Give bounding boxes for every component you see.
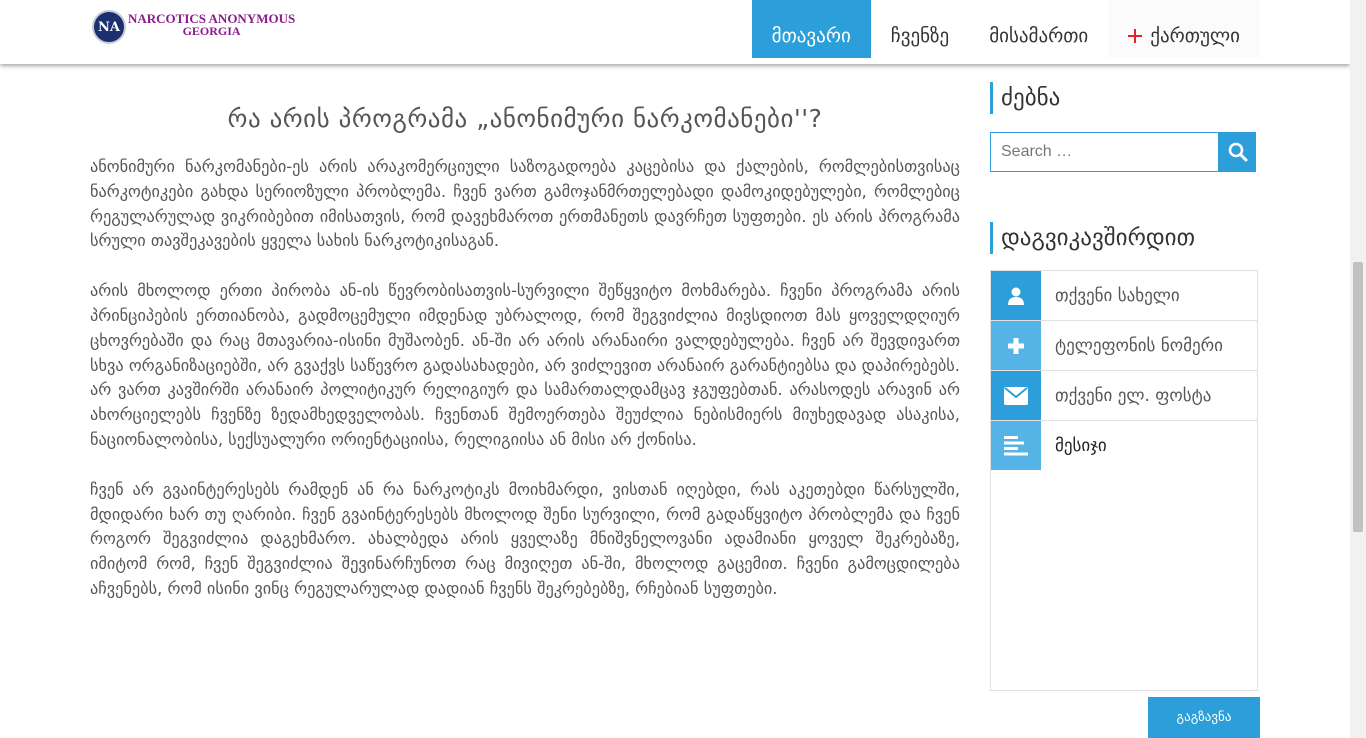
- name-field-label: თქვენი სახელი: [1055, 285, 1180, 306]
- nav-item-address[interactable]: მისამართი: [969, 0, 1109, 58]
- search-widget-title: ძებნა: [990, 82, 1260, 114]
- georgian-flag-icon: [1128, 29, 1143, 43]
- article-paragraph: ანონიმური ნარკომანები-ეს არის არაკომერცი…: [90, 157, 960, 251]
- logo-line2: GEORGIA: [182, 24, 241, 38]
- main-nav: მთავარი ჩვენზე მისამართი ქართული: [751, 0, 1260, 58]
- site-logo[interactable]: NA NARCOTICS ANONYMOUS GEORGIA: [92, 10, 295, 48]
- nav-item-label: მისამართი: [989, 25, 1089, 47]
- search-input[interactable]: [990, 132, 1218, 172]
- email-field-label: თქვენი ელ. ფოსტა: [1055, 385, 1212, 406]
- sidebar: ძებნა დაგვიკავშირდით თქვენი სახელი: [990, 82, 1260, 691]
- page-scrollbar[interactable]: [1350, 0, 1366, 738]
- search-form: [990, 132, 1256, 172]
- article-paragraph: არის მხოლოდ ერთი პირობა ან-ის წევრობისათ…: [90, 281, 960, 449]
- plus-icon: [991, 321, 1041, 370]
- nav-item-label: ქართული: [1150, 25, 1240, 47]
- search-icon: [1228, 142, 1248, 162]
- nav-item-label: მთავარი: [771, 25, 851, 47]
- na-logo-mark: NA: [92, 10, 126, 44]
- user-icon: [991, 271, 1041, 320]
- message-field-label: მესიჯი: [1055, 435, 1107, 456]
- main-article: რა არის პროგრამა „ანონიმური ნარკომანები'…: [90, 104, 960, 627]
- envelope-icon: [991, 371, 1041, 420]
- scrollbar-thumb[interactable]: [1353, 262, 1363, 532]
- contact-form: თქვენი სახელი ტელეფონის ნომერი თქვენი ელ…: [990, 270, 1258, 691]
- logo-text: NARCOTICS ANONYMOUS GEORGIA: [128, 12, 295, 38]
- email-field[interactable]: თქვენი ელ. ფოსტა: [991, 371, 1257, 421]
- search-button[interactable]: [1218, 132, 1256, 172]
- article-paragraph: ჩვენ არ გვაინტერესებს რამდენ ან რა ნარკო…: [90, 479, 960, 598]
- message-field[interactable]: მესიჯი: [991, 421, 1257, 470]
- phone-field[interactable]: ტელეფონის ნომერი: [991, 321, 1257, 371]
- nav-item-language[interactable]: ქართული: [1108, 0, 1260, 58]
- article-title: რა არის პროგრამა „ანონიმური ნარკომანები'…: [227, 104, 823, 133]
- send-button[interactable]: გაგზავნა: [1148, 697, 1260, 738]
- name-field[interactable]: თქვენი სახელი: [991, 271, 1257, 321]
- nav-item-about[interactable]: ჩვენზე: [870, 0, 970, 58]
- nav-item-label: ჩვენზე: [890, 25, 950, 47]
- nav-item-home[interactable]: მთავარი: [751, 0, 871, 58]
- align-left-icon: [991, 421, 1041, 470]
- phone-field-label: ტელეფონის ნომერი: [1055, 335, 1223, 356]
- contact-widget-title: დაგვიკავშირდით: [990, 222, 1260, 254]
